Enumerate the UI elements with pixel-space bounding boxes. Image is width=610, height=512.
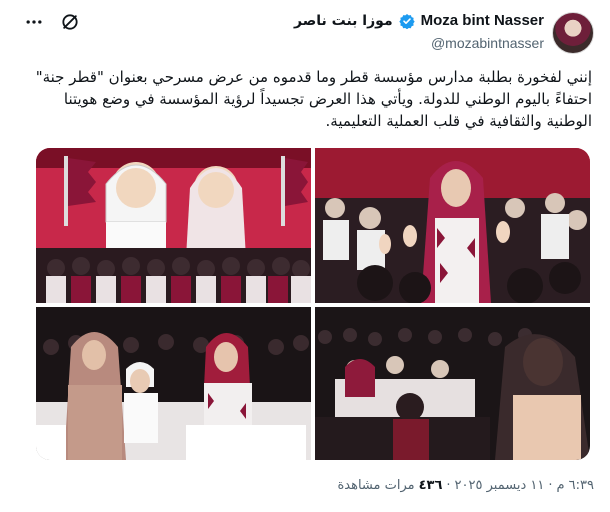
photo-stage-backdrop[interactable] (36, 148, 311, 303)
author-avatar[interactable] (552, 12, 594, 54)
meta-separator: · (548, 478, 553, 493)
author-name-ar[interactable]: موزا بنت ناصر (294, 13, 393, 29)
meta-separator: · (446, 478, 451, 493)
author-handle[interactable]: @mozabintnasser (431, 35, 544, 51)
grok-icon[interactable] (60, 12, 80, 32)
views-count[interactable]: ٤٣٦ (419, 478, 443, 493)
tweet-card: Moza bint Nasser موزا بنت ناصر @mozabint… (0, 0, 610, 512)
verified-badge-icon (398, 13, 415, 29)
tweet-time[interactable]: ٦:٣٩ م (556, 478, 594, 493)
views-label: مرات مشاهدة (337, 478, 415, 493)
photo-greeting-children[interactable] (315, 148, 590, 303)
tweet-meta: ٦:٣٩ م · ١١ ديسمبر ٢٠٢٥ · ٤٣٦ مرات مشاهد… (337, 478, 594, 493)
more-options-icon[interactable] (24, 12, 44, 32)
author-name-row[interactable]: Moza bint Nasser موزا بنت ناصر (294, 12, 544, 29)
media-grid[interactable] (36, 148, 590, 460)
author-name-en[interactable]: Moza bint Nasser (421, 12, 544, 29)
photo-audience-seated[interactable] (36, 307, 311, 460)
photo-audience-behind[interactable] (315, 307, 590, 460)
tweet-date[interactable]: ١١ ديسمبر ٢٠٢٥ (455, 478, 545, 493)
tweet-text: إنني لفخورة بطلبة مدارس مؤسسة قطر وما قد… (35, 68, 592, 130)
